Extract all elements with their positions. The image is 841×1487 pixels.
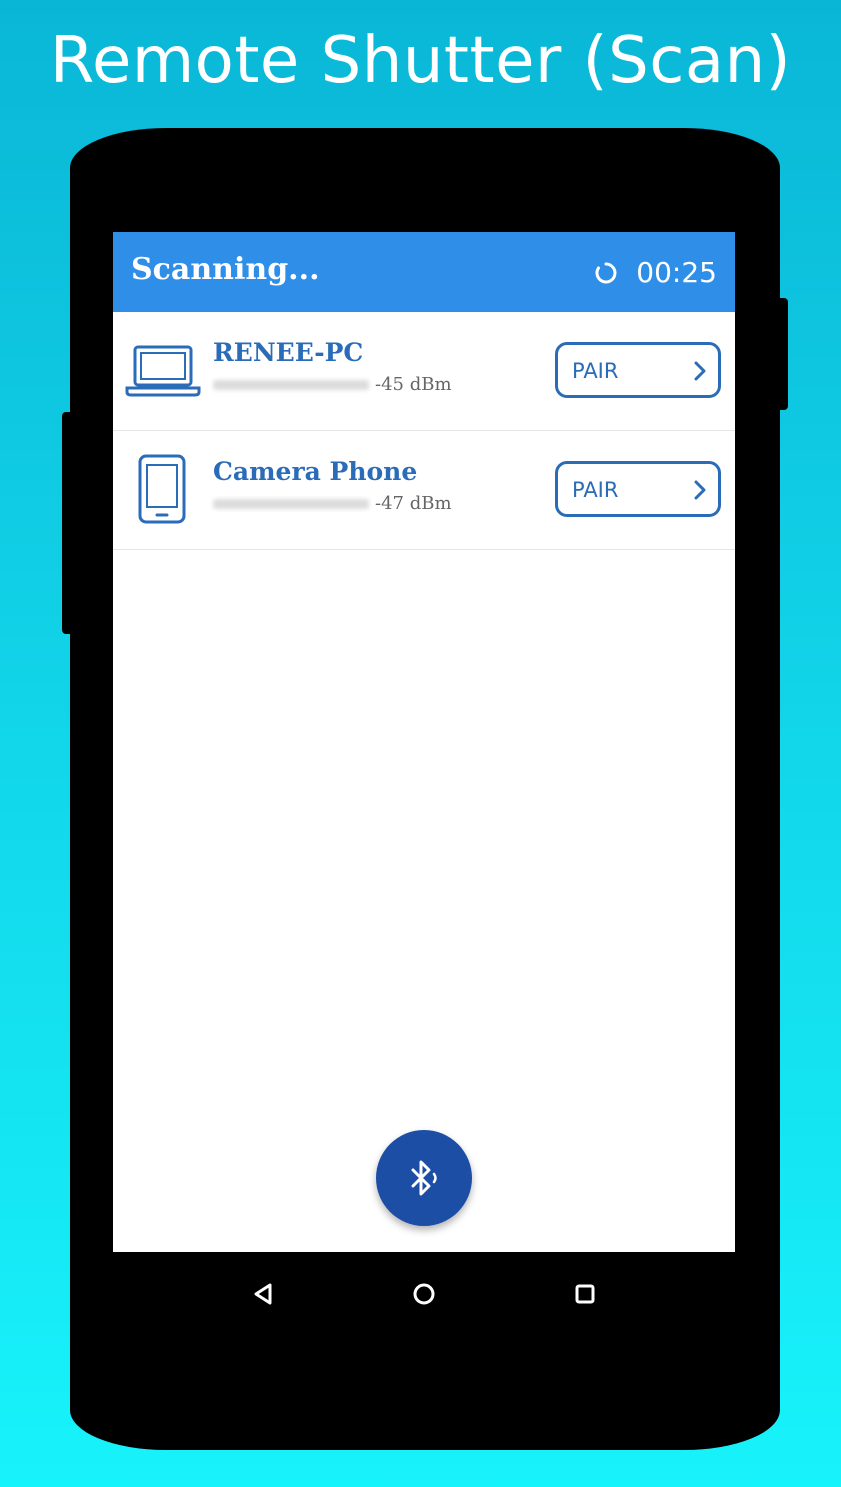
bluetooth-searching-icon [411, 1160, 437, 1196]
laptop-icon [125, 345, 201, 397]
back-button[interactable] [243, 1274, 283, 1314]
pair-button[interactable]: PAIR [555, 342, 721, 398]
app-title: Scanning... [131, 252, 320, 287]
home-button[interactable] [404, 1274, 444, 1314]
nav-bar [113, 1252, 735, 1336]
home-icon [413, 1283, 435, 1305]
phone-screen: Scanning... 00:25 RENEE-PC -45 dBm PAIR [113, 232, 735, 1252]
app-bar: Scanning... 00:25 [113, 232, 735, 312]
back-icon [254, 1283, 272, 1305]
recents-icon [575, 1284, 595, 1304]
promo-title: Remote Shutter (Scan) [49, 24, 792, 98]
device-signal: -45 dBm [375, 374, 452, 395]
chevron-right-icon [694, 361, 706, 381]
scan-timer: 00:25 [594, 256, 717, 289]
phone-icon [138, 454, 186, 524]
device-row[interactable]: RENEE-PC -45 dBm PAIR [113, 312, 735, 431]
bluetooth-scan-button[interactable] [376, 1130, 472, 1226]
pair-button-label: PAIR [572, 478, 619, 502]
pair-button-label: PAIR [572, 359, 619, 383]
pair-button[interactable]: PAIR [555, 461, 721, 517]
device-name: RENEE-PC [213, 338, 364, 367]
device-signal: -47 dBm [375, 493, 452, 514]
recents-button[interactable] [565, 1274, 605, 1314]
device-address-redacted [213, 380, 369, 390]
chevron-right-icon [694, 480, 706, 500]
spinner-icon [595, 262, 617, 283]
device-row[interactable]: Camera Phone -47 dBm PAIR [113, 431, 735, 550]
device-address-redacted [213, 499, 369, 509]
device-name: Camera Phone [213, 457, 418, 486]
timer-text: 00:25 [636, 256, 717, 289]
